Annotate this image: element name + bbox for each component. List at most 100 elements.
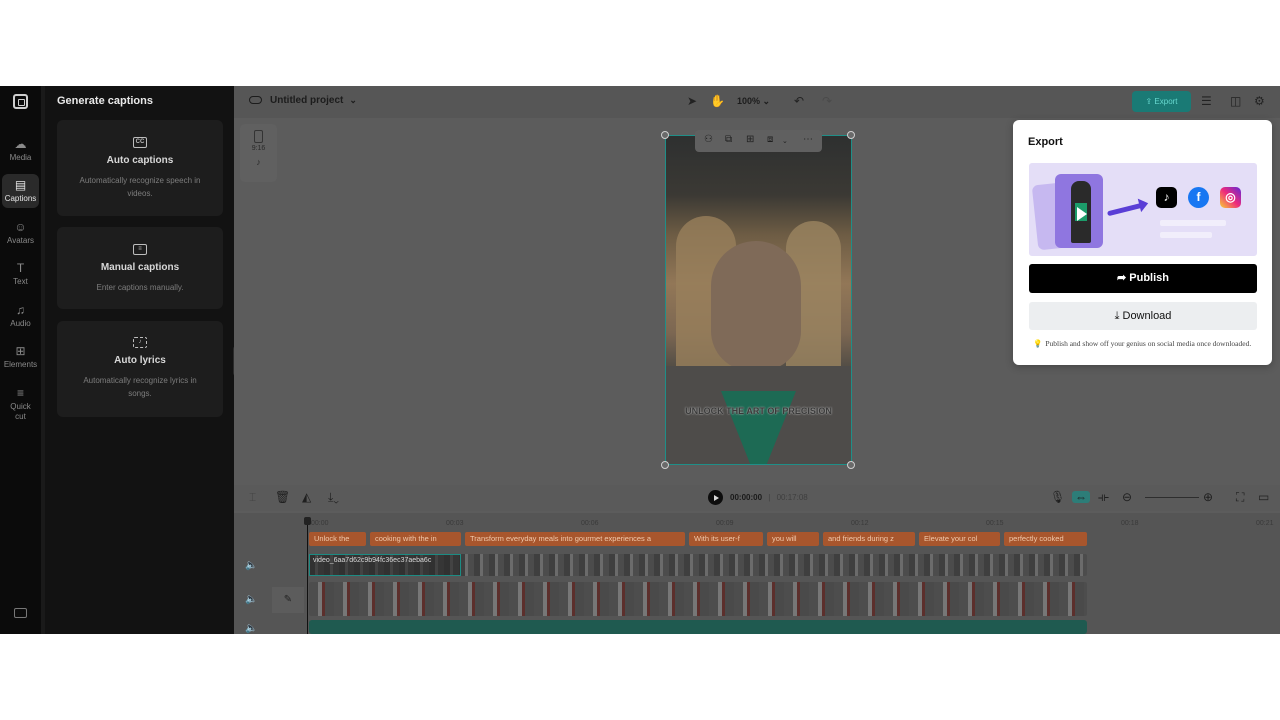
quick-cut-icon: ≡ bbox=[16, 386, 24, 400]
video-preview[interactable]: UNLOCK THE ART OF PRECISION bbox=[665, 135, 852, 465]
elements-icon: ⊞ bbox=[15, 344, 26, 358]
main-video-track[interactable]: video_6aa7d62c9b94fc36ec37aeba6c bbox=[309, 554, 1087, 576]
auto-lyrics-card[interactable]: ♪ Auto lyrics Automatically recognize ly… bbox=[57, 321, 223, 417]
caption-clip[interactable]: perfectly cooked bbox=[1004, 532, 1087, 546]
redo-icon[interactable]: ↷ bbox=[822, 94, 832, 108]
rail-item-media[interactable]: ☁ Media bbox=[0, 137, 41, 163]
feedback-icon[interactable]: ▭ bbox=[1258, 491, 1269, 503]
hand-pan-icon[interactable]: ✋ bbox=[710, 94, 725, 108]
timeline-zoom-slider[interactable] bbox=[1145, 497, 1199, 498]
ruler-tick: 00:00 bbox=[311, 520, 329, 527]
split-view-icon[interactable]: ⟛ bbox=[1098, 491, 1109, 503]
edit-pen-icon[interactable]: ✎ bbox=[272, 587, 304, 613]
rail-item-text[interactable]: T Text bbox=[0, 261, 41, 287]
resize-handle[interactable] bbox=[661, 131, 669, 139]
ruler-tick: 00:21 bbox=[1256, 520, 1274, 527]
rail-item-audio[interactable]: ♫ Audio bbox=[0, 304, 41, 329]
download-button[interactable]: ⤓ Download bbox=[1029, 302, 1257, 330]
chevron-down-icon[interactable]: ⌄ bbox=[782, 136, 788, 148]
add-caption-icon[interactable]: ⧉ bbox=[725, 134, 732, 146]
keyboard-shortcuts-icon[interactable] bbox=[14, 608, 27, 618]
crop-icon[interactable]: ⊞ bbox=[746, 134, 754, 146]
export-note: 💡 Publish and show off your genius on soc… bbox=[1033, 339, 1261, 348]
note-text: Publish and show off your genius on soci… bbox=[1045, 339, 1252, 348]
video-subtitle[interactable]: UNLOCK THE ART OF PRECISION bbox=[666, 406, 851, 417]
delete-icon[interactable]: 🗑 bbox=[275, 491, 290, 503]
auto-captions-card[interactable]: CC Auto captions Automatically recognize… bbox=[57, 120, 223, 216]
caption-clip[interactable]: you will bbox=[767, 532, 819, 546]
app-logo-icon[interactable] bbox=[13, 94, 28, 109]
media-icon: ☁ bbox=[14, 137, 27, 151]
rail-item-elements[interactable]: ⊞ Elements bbox=[0, 344, 41, 370]
select-cursor-icon[interactable]: ➤ bbox=[687, 94, 697, 108]
download-label: Download bbox=[1122, 310, 1172, 322]
caption-clip[interactable]: Elevate your col bbox=[919, 532, 1000, 546]
resize-handle[interactable] bbox=[661, 461, 669, 469]
link-toggle-icon[interactable]: ⇔ bbox=[1072, 491, 1090, 503]
more-options-icon[interactable]: ⋯ bbox=[803, 134, 813, 146]
caption-clip[interactable]: Transform everyday meals into gourmet ex… bbox=[465, 532, 685, 546]
ruler-tick: 00:18 bbox=[1121, 520, 1139, 527]
zoom-dropdown[interactable]: 100% ⌄ bbox=[737, 96, 770, 107]
card-description: Enter captions manually. bbox=[96, 283, 184, 292]
play-button[interactable] bbox=[708, 490, 723, 505]
zoom-out-icon[interactable]: ⊖ bbox=[1122, 491, 1132, 503]
broll-video-track[interactable] bbox=[309, 582, 1087, 616]
publish-label: Publish bbox=[1129, 272, 1169, 284]
zoom-in-icon[interactable]: ⊕ bbox=[1203, 491, 1213, 503]
timeline-tracks[interactable]: 00:00 00:03 00:06 00:09 00:12 00:15 00:1… bbox=[234, 513, 1280, 634]
lyrics-icon: ♪ bbox=[133, 337, 147, 348]
avatar-replace-icon[interactable]: ⚇ bbox=[704, 134, 713, 146]
captions-icon: ▤ bbox=[14, 178, 27, 192]
captions-panel: Generate captions CC Auto captions Autom… bbox=[45, 86, 234, 634]
speaker-icon[interactable]: 🔈 bbox=[245, 560, 257, 571]
download-dropdown-icon[interactable]: ⤓⌄ bbox=[328, 491, 339, 503]
audio-track[interactable] bbox=[309, 620, 1087, 634]
video-context-toolbar: ⚇ ⧉ ⊞ ⧈ ⌄ ⋯ bbox=[695, 130, 822, 152]
placeholder-line bbox=[1160, 232, 1212, 238]
resize-handle[interactable] bbox=[847, 131, 855, 139]
caption-clip[interactable]: With its user-f bbox=[689, 532, 763, 546]
settings-gear-icon[interactable]: ⚙ bbox=[1254, 94, 1265, 108]
layout-panel-icon[interactable]: ◫ bbox=[1230, 94, 1241, 108]
speaker-icon[interactable]: 🔈 bbox=[245, 594, 257, 605]
export-popover: Export ♪ f ◎ ➦ Publish ⤓ Download 💡 Publi… bbox=[1013, 120, 1272, 365]
caption-clip[interactable]: cooking with the in bbox=[370, 532, 461, 546]
text-icon: T bbox=[16, 261, 25, 275]
microphone-icon[interactable]: 🎙 bbox=[1050, 491, 1065, 503]
facebook-icon: f bbox=[1188, 187, 1209, 208]
publish-button[interactable]: ➦ Publish bbox=[1029, 264, 1257, 293]
rail-item-avatars[interactable]: ☺ Avatars bbox=[0, 221, 41, 246]
card-description: Automatically recognize lyrics in songs. bbox=[83, 376, 197, 398]
video-frame-detail bbox=[711, 241, 801, 371]
card-description: Automatically recognize speech in videos… bbox=[79, 176, 201, 198]
replace-media-icon[interactable]: ⧈ bbox=[767, 134, 773, 146]
total-duration: 00:17:08 bbox=[776, 493, 808, 502]
project-name-menu[interactable]: Untitled project ⌄ bbox=[249, 95, 357, 106]
rail-item-label: Quick cut bbox=[10, 402, 31, 421]
current-time: 00:00:00 bbox=[730, 493, 763, 502]
caption-clip[interactable]: Unlock the bbox=[309, 532, 366, 546]
layers-icon[interactable]: ☰ bbox=[1201, 94, 1212, 108]
fullscreen-icon[interactable]: ⛶ bbox=[1236, 491, 1244, 503]
cc-icon: CC bbox=[133, 137, 147, 148]
rail-item-quick-cut[interactable]: ≡ Quick cut bbox=[0, 387, 41, 422]
aspect-ratio-selector[interactable]: 9:16 ♪ bbox=[240, 124, 277, 182]
mirror-icon[interactable]: ◭ bbox=[302, 491, 311, 503]
left-rail: ☁ Media ▤ Captions ☺ Avatars T Text ♫ Au… bbox=[0, 86, 41, 634]
export-button[interactable]: ⇪ Export bbox=[1132, 91, 1191, 112]
manual-captions-card[interactable]: ≡ Manual captions Enter captions manuall… bbox=[57, 227, 223, 309]
rail-item-label: Captions bbox=[4, 194, 37, 203]
resize-handle[interactable] bbox=[847, 461, 855, 469]
card-title: Auto lyrics bbox=[114, 355, 166, 366]
split-icon[interactable]: ⌶ bbox=[249, 491, 256, 503]
rail-item-captions[interactable]: ▤ Captions bbox=[2, 174, 39, 208]
playhead[interactable] bbox=[304, 517, 311, 634]
speaker-icon[interactable]: 🔈 bbox=[245, 623, 257, 634]
undo-icon[interactable]: ↶ bbox=[794, 94, 804, 108]
aspect-ratio-label: 9:16 bbox=[251, 145, 266, 152]
rail-item-label: Elements bbox=[3, 360, 38, 369]
caption-clip[interactable]: and friends during z bbox=[823, 532, 915, 546]
video-clip-label: video_6aa7d62c9b94fc36ec37aeba6c bbox=[309, 554, 461, 576]
ruler-tick: 00:12 bbox=[851, 520, 869, 527]
